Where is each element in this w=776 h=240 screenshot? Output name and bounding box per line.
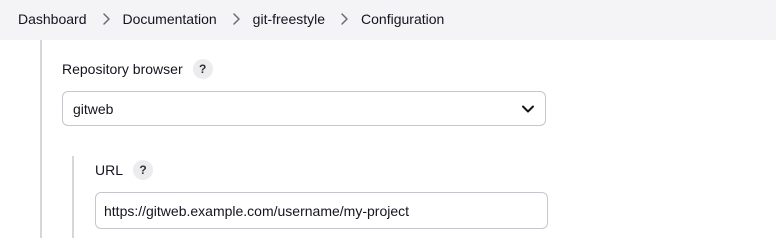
chevron-right-icon [97,11,115,27]
url-label: URL [95,162,124,178]
help-icon[interactable]: ? [192,59,213,79]
help-icon[interactable]: ? [133,160,154,180]
repository-browser-selected-value: gitweb [73,101,114,117]
breadcrumb-configuration[interactable]: Configuration [361,11,444,27]
chevron-right-icon [335,11,353,27]
nested-section-rail [72,156,74,238]
repository-browser-label-row: Repository browser ? [62,59,213,79]
chevron-right-icon [227,11,245,27]
breadcrumb-bar: Dashboard Documentation git-freestyle Co… [0,0,776,40]
url-label-row: URL ? [95,160,154,180]
breadcrumb-dashboard[interactable]: Dashboard [18,11,87,27]
section-rail [40,40,42,238]
repository-browser-label: Repository browser [62,61,183,77]
breadcrumb: Dashboard Documentation git-freestyle Co… [18,11,444,27]
breadcrumb-git-freestyle[interactable]: git-freestyle [253,11,325,27]
url-input[interactable] [95,192,548,229]
repository-browser-select[interactable]: gitweb [62,91,546,126]
breadcrumb-documentation[interactable]: Documentation [123,11,217,27]
chevron-down-icon [522,105,534,113]
